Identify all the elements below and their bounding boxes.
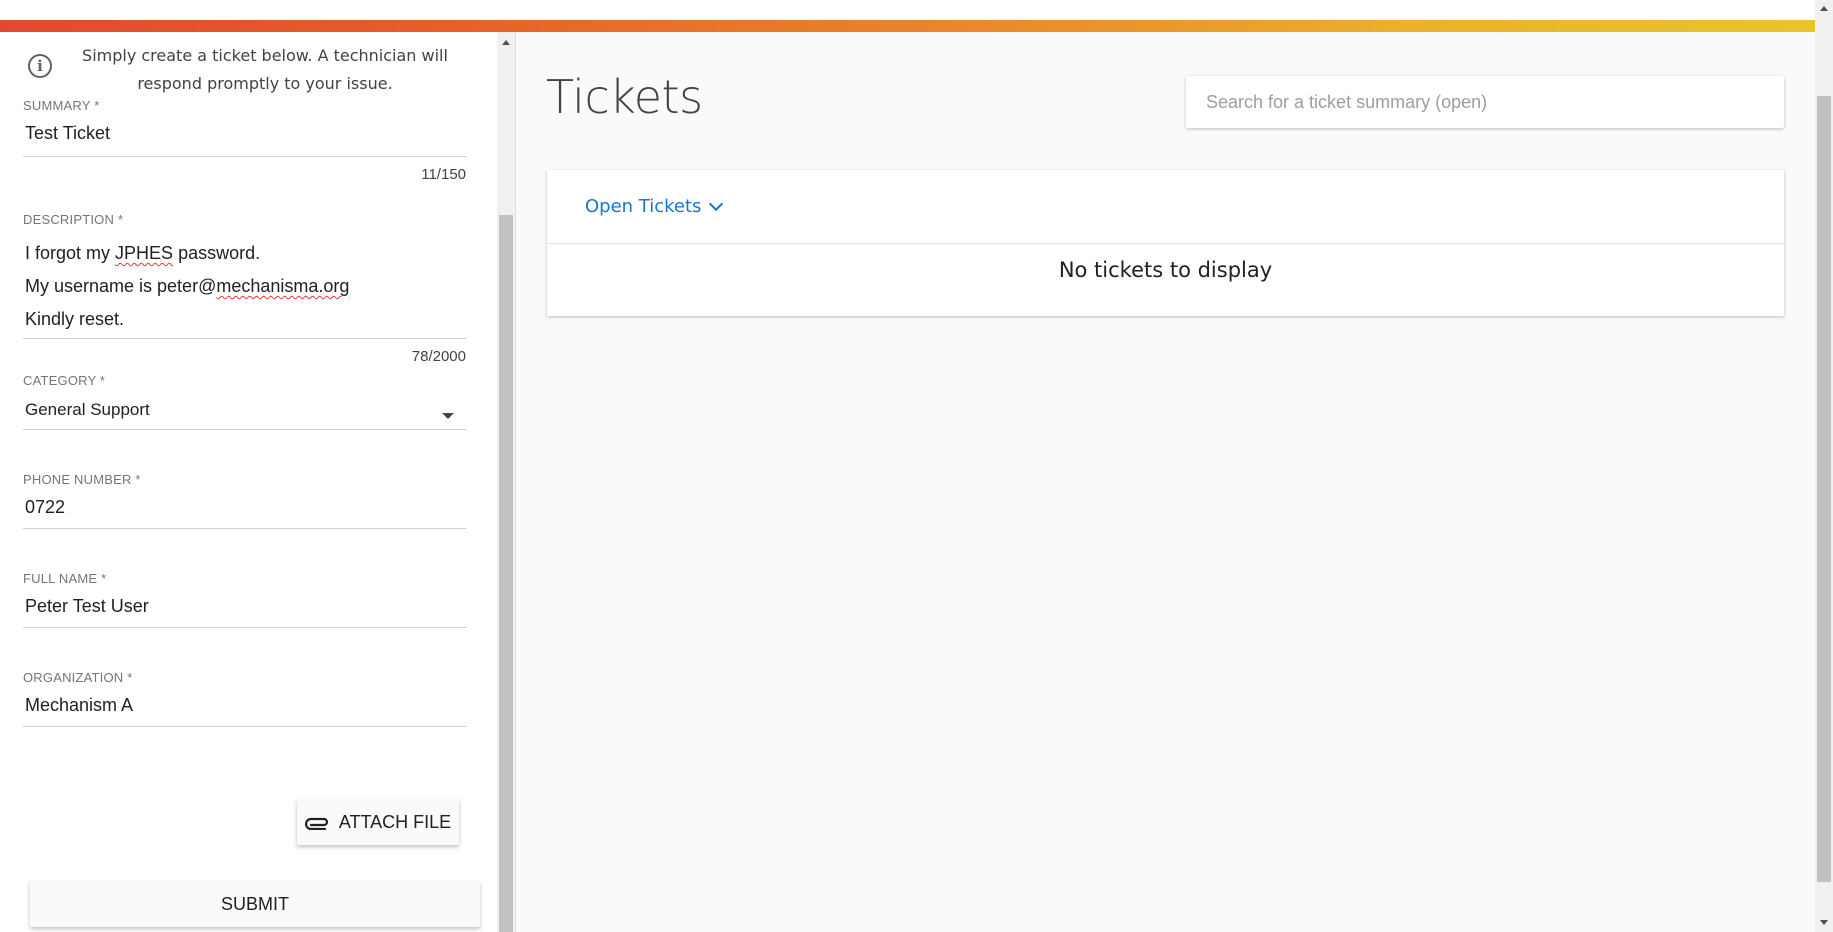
info-text: Simply create a ticket below. A technici…: [82, 46, 448, 93]
organization-underline: [23, 726, 466, 727]
brand-gradient-bar: [0, 20, 1815, 32]
phone-label: PHONE NUMBER *: [23, 472, 141, 487]
scroll-up-arrow-icon[interactable]: [502, 40, 510, 45]
card-divider: [547, 243, 1784, 244]
summary-input[interactable]: Test Ticket: [23, 123, 110, 144]
tickets-main: Tickets Open Tickets No tickets to displ…: [515, 32, 1816, 932]
search-input[interactable]: [1186, 76, 1784, 128]
page-scrollbar-thumb[interactable]: [1817, 96, 1831, 882]
page-scrollbar[interactable]: [1815, 0, 1833, 932]
info-icon: i: [28, 54, 52, 78]
left-panel-scrollbar[interactable]: [497, 32, 515, 932]
attach-file-label: ATTACH FILE: [338, 811, 452, 832]
page-scroll-up-icon[interactable]: [1820, 6, 1828, 11]
organization-label: ORGANIZATION *: [23, 670, 133, 685]
paperclip-icon: [304, 817, 328, 830]
summary-label: SUMMARY *: [23, 98, 100, 113]
full-name-field[interactable]: FULL NAME * Peter Test User: [23, 571, 466, 628]
full-name-label: FULL NAME *: [23, 571, 107, 586]
submit-label: SUBMIT: [220, 893, 289, 914]
open-tickets-filter[interactable]: Open Tickets: [585, 196, 724, 217]
organization-input[interactable]: Mechanism A: [23, 695, 133, 716]
left-scrollbar-thumb[interactable]: [499, 215, 513, 932]
phone-underline: [23, 528, 466, 529]
filter-label: Open Tickets: [585, 196, 702, 217]
phone-input[interactable]: 0722: [23, 497, 65, 518]
tickets-card: Open Tickets No tickets to display: [547, 170, 1784, 316]
category-underline: [23, 429, 466, 430]
summary-underline: [23, 156, 466, 157]
description-textarea[interactable]: I forgot my JPHES password. My username …: [25, 237, 349, 336]
info-banner: i Simply create a ticket below. A techni…: [28, 42, 468, 98]
description-line-2: My username is peter@mechanisma.org: [25, 276, 350, 296]
ticket-search[interactable]: [1186, 76, 1784, 128]
description-label: DESCRIPTION *: [23, 212, 124, 227]
create-ticket-panel: i Simply create a ticket below. A techni…: [0, 32, 498, 932]
summary-counter: 11/150: [421, 166, 466, 183]
empty-state-message: No tickets to display: [1058, 258, 1273, 282]
page-title: Tickets: [546, 70, 703, 124]
full-name-underline: [23, 627, 466, 628]
full-name-input[interactable]: Peter Test User: [23, 596, 149, 617]
description-line-3: Kindly reset.: [25, 309, 125, 329]
category-label: CATEGORY *: [23, 373, 106, 388]
page-scroll-down-icon[interactable]: [1820, 920, 1828, 925]
submit-button[interactable]: SUBMIT: [30, 881, 480, 927]
dropdown-arrow-icon[interactable]: [442, 413, 454, 419]
category-field[interactable]: CATEGORY * General Support: [23, 373, 466, 430]
organization-field[interactable]: ORGANIZATION * Mechanism A: [23, 670, 466, 727]
category-select[interactable]: General Support: [23, 400, 150, 420]
description-field[interactable]: DESCRIPTION * I forgot my JPHES password…: [23, 212, 466, 365]
description-line-1: I forgot my JPHES password.: [25, 243, 261, 263]
description-counter: 78/2000: [411, 348, 466, 365]
chevron-down-icon: [709, 196, 724, 212]
summary-field[interactable]: SUMMARY * Test Ticket 11/150: [23, 98, 466, 183]
phone-field[interactable]: PHONE NUMBER * 0722: [23, 472, 466, 529]
attach-file-button[interactable]: ATTACH FILE: [297, 799, 459, 845]
description-underline: [23, 338, 466, 339]
